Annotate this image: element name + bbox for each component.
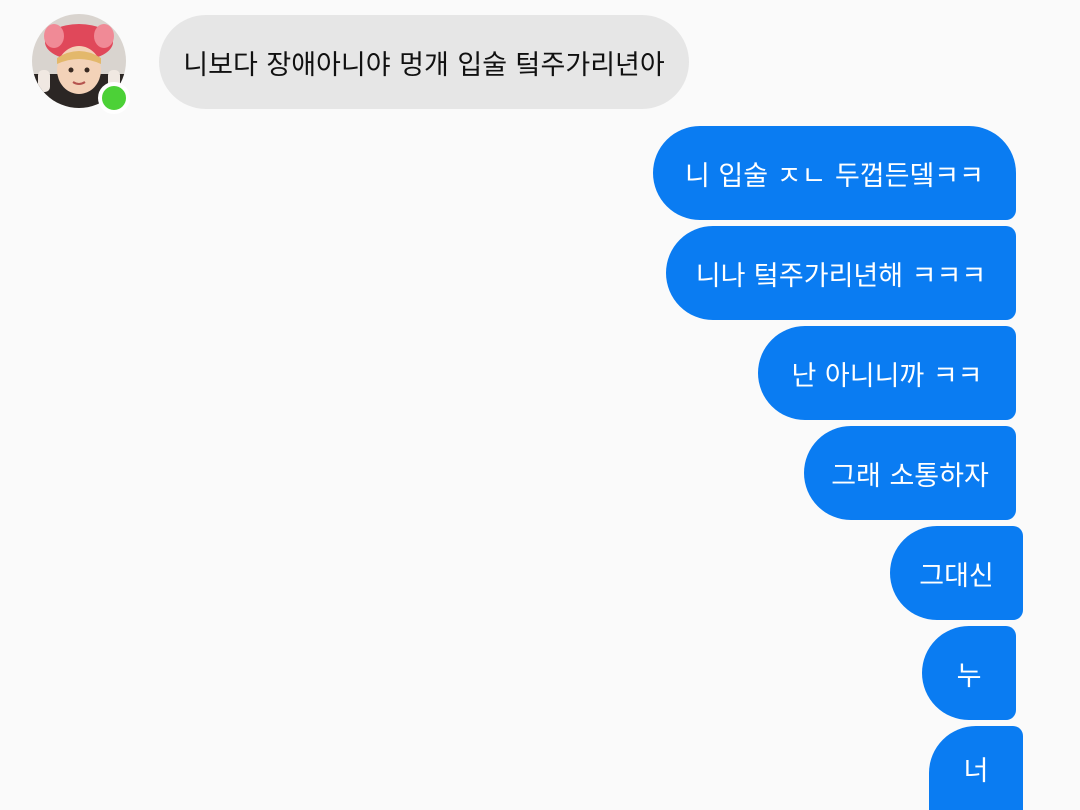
outgoing-message[interactable]: 누 — [922, 626, 1016, 720]
outgoing-message[interactable]: 그래 소통하자 — [804, 426, 1016, 520]
outgoing-message[interactable]: 그대신 — [890, 526, 1023, 620]
outgoing-message[interactable]: 니나 텈주가리년해 ㅋㅋㅋ — [666, 226, 1016, 320]
outgoing-message[interactable]: 난 아니니까 ㅋㅋ — [758, 326, 1016, 420]
outgoing-message[interactable]: 너 — [929, 726, 1023, 810]
outgoing-message[interactable]: 니 입술 ㅈㄴ 두껍든뎈ㅋㅋ — [653, 126, 1016, 220]
incoming-message[interactable]: 니보다 장애아니야 멍개 입술 텈주가리년아 — [159, 15, 689, 109]
online-status-indicator — [98, 82, 130, 114]
